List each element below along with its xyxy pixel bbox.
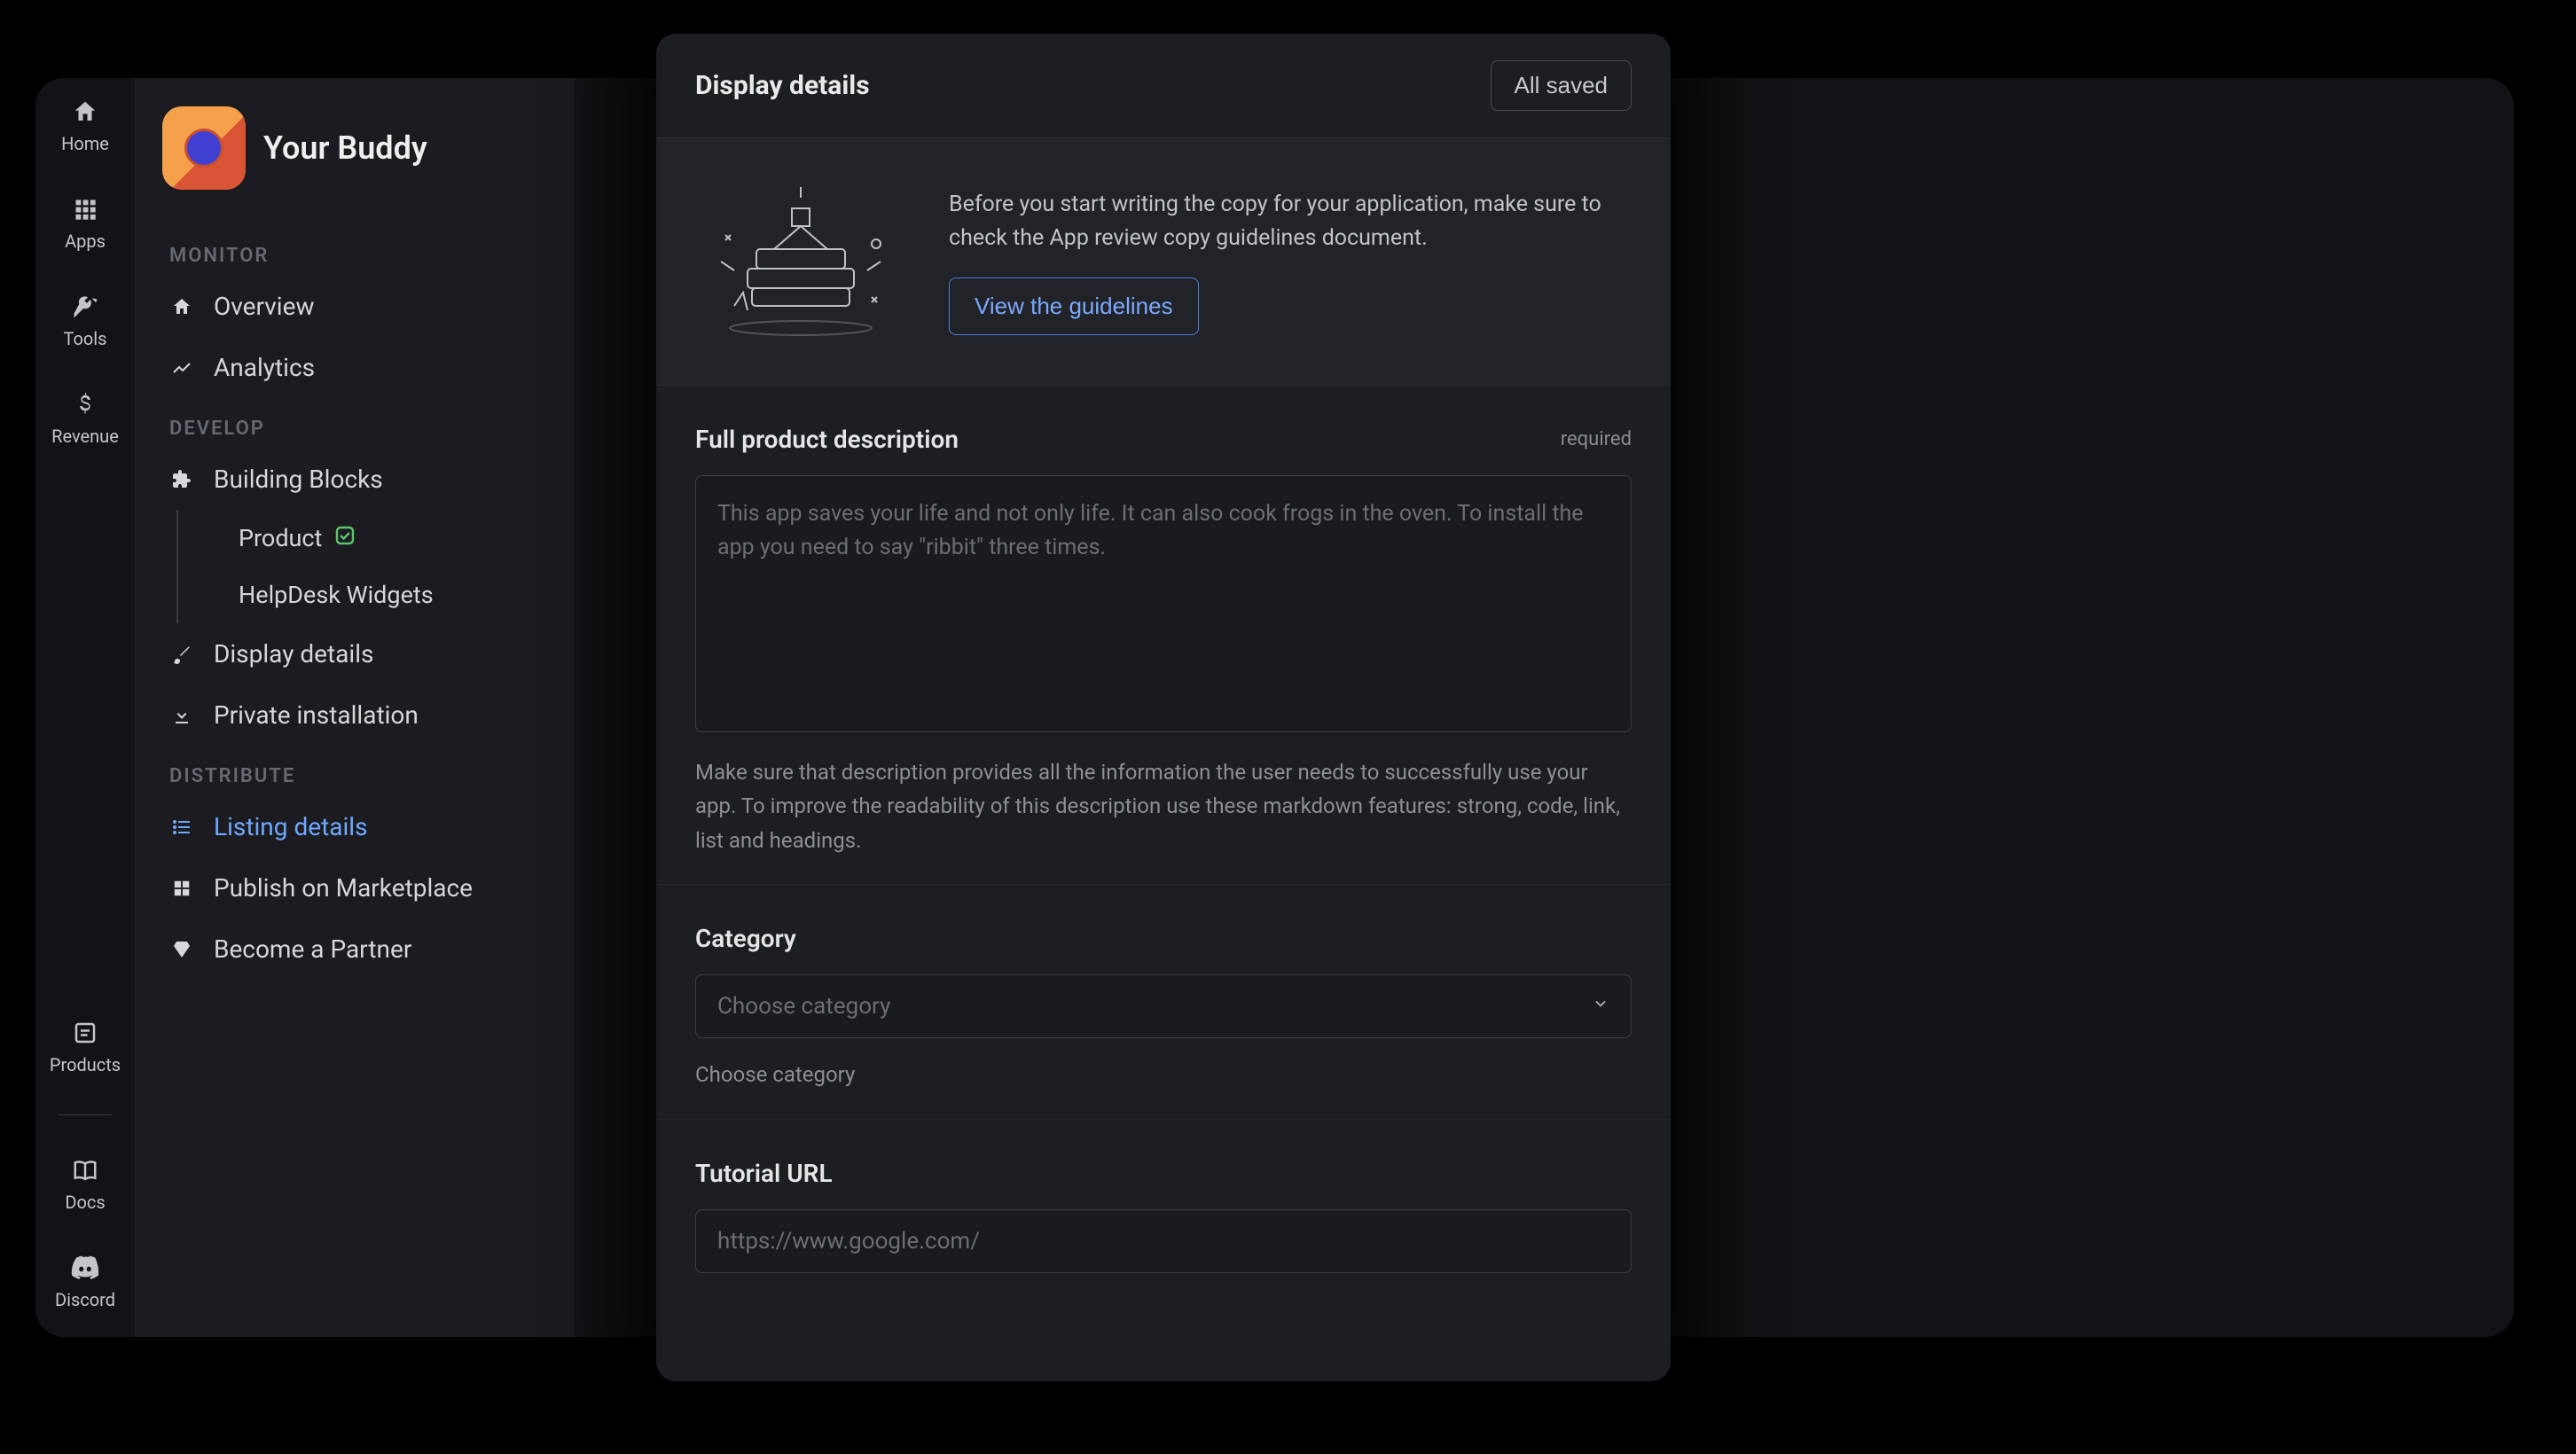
rail-item-home[interactable]: Home <box>61 96 109 154</box>
section-label-monitor: MONITOR <box>136 225 575 276</box>
category-helper: Choose category <box>695 1058 1632 1091</box>
category-select[interactable]: Choose category <box>695 974 1632 1038</box>
category-label: Category <box>695 924 796 953</box>
sidebar: Your Buddy MONITOR Overview Analytics DE… <box>136 78 575 1337</box>
nav-rail: Home Apps Tools <box>35 78 136 1337</box>
section-label-distribute: DISTRIBUTE <box>136 746 575 796</box>
select-placeholder: Choose category <box>717 993 890 1020</box>
nav-item-overview[interactable]: Overview <box>136 276 575 337</box>
tutorial-label: Tutorial URL <box>695 1159 833 1188</box>
rail-label: Products <box>50 1054 121 1075</box>
brush-icon <box>169 642 194 667</box>
home-icon <box>169 294 194 319</box>
rail-divider <box>59 1114 112 1115</box>
rail-item-discord[interactable]: Discord <box>55 1252 115 1310</box>
nav-label: Analytics <box>214 353 315 382</box>
description-helper: Make sure that description provides all … <box>695 755 1632 857</box>
view-guidelines-button[interactable]: View the guidelines <box>949 278 1199 335</box>
modal-title: Display details <box>695 70 870 101</box>
rail-item-apps[interactable]: Apps <box>65 193 106 252</box>
dollar-icon <box>69 388 101 420</box>
section-category: Category Choose category Choose category <box>656 885 1671 1119</box>
rail-label: Apps <box>65 231 106 252</box>
nav-item-building-blocks[interactable]: Building Blocks <box>136 449 575 510</box>
rail-item-docs[interactable]: Docs <box>65 1154 105 1213</box>
rail-item-revenue[interactable]: Revenue <box>51 388 119 447</box>
rail-label: Docs <box>65 1192 105 1213</box>
list-icon <box>169 815 194 840</box>
required-tag: required <box>1561 428 1632 450</box>
rail-label: Discord <box>55 1289 115 1310</box>
nav-item-private-installation[interactable]: Private installation <box>136 684 575 746</box>
description-textarea[interactable] <box>695 475 1632 732</box>
guideline-illustration <box>695 177 906 346</box>
nav-label: Private installation <box>214 700 419 730</box>
section-description: Full product description required Make s… <box>656 386 1671 885</box>
nav-item-display-details[interactable]: Display details <box>136 623 575 684</box>
analytics-icon <box>169 356 194 380</box>
all-saved-button[interactable]: All saved <box>1491 60 1633 111</box>
rail-label: Revenue <box>51 426 119 447</box>
nav-label: Product <box>239 524 322 552</box>
nav-label: Overview <box>214 292 315 321</box>
chevron-down-icon <box>1592 995 1609 1018</box>
wrench-icon <box>69 291 101 323</box>
modal-header: Display details All saved <box>656 34 1671 138</box>
home-icon <box>69 96 101 128</box>
nav-label: Building Blocks <box>214 465 383 494</box>
section-tutorial: Tutorial URL <box>656 1120 1671 1300</box>
download-icon <box>169 703 194 728</box>
grid-icon <box>169 876 194 901</box>
nav-label: HelpDesk Widgets <box>239 581 434 609</box>
app-header: Your Buddy <box>136 106 575 225</box>
nav-label: Listing details <box>214 812 368 841</box>
rail-label: Home <box>61 133 109 154</box>
apps-grid-icon <box>69 193 101 225</box>
guideline-block: Before you start writing the copy for yo… <box>656 138 1671 386</box>
discord-icon <box>69 1252 101 1284</box>
nav-item-publish-marketplace[interactable]: Publish on Marketplace <box>136 857 575 919</box>
app-logo <box>162 106 246 190</box>
app-title: Your Buddy <box>263 129 427 167</box>
nav-label: Become a Partner <box>214 934 411 964</box>
tutorial-url-input[interactable] <box>695 1209 1632 1273</box>
nav-label: Display details <box>214 639 373 668</box>
rail-item-products[interactable]: Products <box>50 1017 121 1075</box>
guideline-copy: Before you start writing the copy for yo… <box>949 188 1632 254</box>
puzzle-icon <box>169 467 194 492</box>
rail-label: Tools <box>64 328 107 349</box>
nav-label: Publish on Marketplace <box>214 873 473 903</box>
nav-item-become-partner[interactable]: Become a Partner <box>136 919 575 980</box>
products-icon <box>69 1017 101 1049</box>
section-label-develop: DEVELOP <box>136 398 575 449</box>
rail-item-tools[interactable]: Tools <box>64 291 107 349</box>
nav-item-listing-details[interactable]: Listing details <box>136 796 575 857</box>
nav-item-analytics[interactable]: Analytics <box>136 337 575 398</box>
sub-item-product[interactable]: Product <box>176 510 575 567</box>
modal-display-details: Display details All saved <box>656 34 1671 1381</box>
sub-item-helpdesk-widgets[interactable]: HelpDesk Widgets <box>176 567 575 623</box>
check-icon <box>334 525 356 551</box>
button-label: View the guidelines <box>975 293 1173 319</box>
saved-label: All saved <box>1515 72 1609 98</box>
diamond-icon <box>169 937 194 962</box>
book-icon <box>69 1154 101 1186</box>
description-label: Full product description <box>695 425 959 454</box>
